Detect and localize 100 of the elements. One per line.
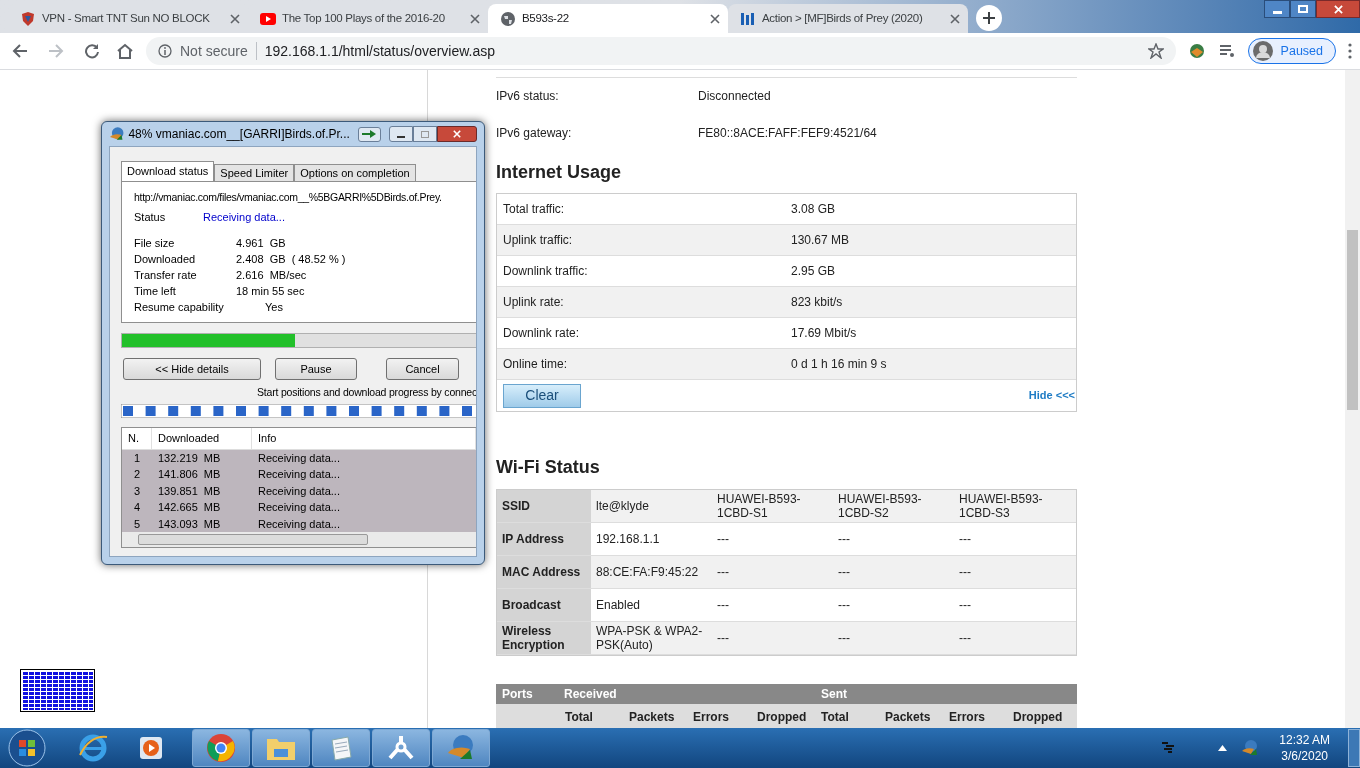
status-value: Receiving data... [203, 209, 285, 225]
playlist-icon[interactable] [1217, 42, 1236, 60]
dialog-tab[interactable]: Speed Limiter [214, 164, 295, 181]
column-header: Info [252, 427, 476, 449]
detail-value: 2.616 MB/sec [236, 268, 307, 284]
tab-title: VPN - Smart TNT Sun NO BLOCK [42, 10, 211, 26]
arrow-button[interactable] [357, 126, 381, 142]
globe-icon[interactable] [1241, 739, 1260, 757]
clear-button[interactable]: Clear [503, 383, 581, 408]
table-cell-text: 2 [132, 467, 142, 482]
media-player-icon[interactable] [138, 735, 164, 761]
taskbar-button[interactable] [312, 729, 370, 767]
taskbar-button[interactable] [192, 729, 250, 767]
bars-icon [740, 10, 756, 27]
hide-link[interactable]: Hide <<< [1028, 387, 1075, 404]
profile-button[interactable]: Paused [1247, 38, 1336, 64]
play-icon [260, 12, 276, 25]
row-header: MAC Address [497, 556, 591, 588]
field-label: IPv6 status: [496, 88, 560, 106]
minimize-icon[interactable] [1264, 0, 1290, 18]
close-button[interactable] [437, 126, 477, 142]
detail-label: Time left [134, 284, 177, 300]
usage-value: 3.08 GB [791, 201, 836, 218]
table-cell-text: --- [837, 597, 851, 614]
close-icon[interactable] [230, 13, 240, 24]
table-cell-text: --- [837, 564, 851, 581]
tray-expand-icon[interactable] [1218, 745, 1228, 751]
table-cell-text: --- [958, 564, 972, 581]
menu-icon[interactable] [1348, 43, 1352, 59]
table-cell-text: --- [958, 531, 972, 548]
reload-icon[interactable] [84, 43, 100, 59]
taskbar-button[interactable] [252, 729, 310, 767]
connection-row[interactable]: 4 142.665 MB Receiving data... [122, 499, 476, 516]
column-header: Received [564, 686, 618, 703]
field-value: Disconnected [698, 88, 771, 106]
dialog-button[interactable]: << Hide details [123, 358, 261, 380]
address-bar[interactable]: Not secure 192.168.1.1/html/status/overview.asp [146, 37, 1176, 65]
browser-tab[interactable]: Action > [MF]Birds of Prey (2020) [728, 4, 968, 33]
extension-icon[interactable] [1187, 42, 1206, 60]
detail-value: 2.408 GB ( 48.52 % ) [236, 252, 346, 268]
start-icon[interactable] [8, 729, 46, 767]
plus-icon [983, 12, 995, 24]
browser-e-icon[interactable] [78, 733, 108, 763]
new-tab-button[interactable] [976, 5, 1002, 31]
table-cell-text: 139.851 MB [157, 483, 222, 499]
table-cell-text: HUAWEI-B593-1CBD-S1 [716, 491, 802, 522]
table-cell-text: HUAWEI-B593-1CBD-S2 [837, 491, 923, 522]
dialog-button[interactable]: Cancel [386, 358, 459, 380]
clock[interactable]: 12:32 AM 3/6/2020 [1279, 732, 1330, 764]
table-cell-text: Receiving data... [257, 483, 341, 499]
star-icon[interactable] [1147, 43, 1164, 59]
field-value: FE80::8ACE:FAFF:FEF9:4521/64 [698, 124, 877, 142]
connection-row[interactable]: 2 141.806 MB Receiving data... [122, 466, 476, 483]
usage-label: Uplink rate: [503, 294, 565, 311]
taskbar-button[interactable] [432, 729, 490, 767]
grid-icon [20, 669, 95, 712]
dialog-button[interactable]: Pause [275, 358, 357, 380]
close-icon[interactable] [710, 13, 720, 24]
close-icon[interactable] [470, 13, 480, 24]
taskbar-button[interactable] [372, 729, 430, 767]
browser-tab[interactable]: B593s-22 [488, 4, 728, 33]
dialog-tab[interactable]: Options on completion [294, 164, 416, 181]
usage-value: 2.95 GB [791, 263, 836, 280]
table-cell-text: --- [958, 597, 972, 614]
table-cell-text: 3 [132, 483, 142, 499]
table-cell-text: 5 [132, 516, 142, 532]
table-cell-text: HUAWEI-B593-1CBD-S3 [958, 491, 1044, 522]
detail-value: 18 min 55 sec [236, 284, 305, 300]
table-cell-text: --- [716, 531, 730, 548]
scrollbar[interactable] [1345, 70, 1360, 728]
tab-title: Action > [MF]Birds of Prey (2020) [762, 10, 924, 26]
close-icon[interactable] [950, 13, 960, 24]
usage-value: 823 kbit/s [791, 294, 843, 311]
globe-icon [109, 126, 125, 142]
back-icon[interactable] [12, 43, 28, 59]
field-label: IPv6 gateway: [496, 124, 573, 142]
home-icon[interactable] [116, 42, 134, 60]
minimize-icon[interactable] [389, 126, 413, 142]
table-cell-text: Receiving data... [257, 516, 341, 532]
close-button[interactable] [1316, 0, 1360, 18]
usage-label: Online time: [503, 356, 569, 373]
table-cell-text: --- [837, 630, 851, 647]
table-cell-text: --- [716, 597, 730, 614]
table-cell-text: Receiving data... [257, 450, 341, 466]
table-cell-text: 143.093 MB [157, 516, 222, 532]
row-header: IP Address [497, 523, 591, 555]
row-header: Broadcast [497, 589, 591, 621]
dialog-tab[interactable]: Download status [121, 161, 215, 181]
column-header: Total [565, 709, 594, 726]
horizontal-scrollbar[interactable] [122, 532, 476, 547]
info-icon [158, 44, 172, 58]
url-text: 192.168.1.1/html/status/overview.asp [264, 41, 497, 61]
connections-caption: Start positions and download progress by connec [257, 385, 476, 400]
column-header: Dropped [1013, 709, 1064, 726]
section-heading: Wi-Fi Status [496, 456, 601, 479]
detail-value: Yes [265, 300, 283, 316]
column-header: Packets [629, 709, 676, 726]
maximize-icon[interactable] [1290, 0, 1316, 18]
table-cell-text: 192.168.1.1 [595, 531, 661, 548]
table-cell-text: --- [837, 531, 851, 548]
